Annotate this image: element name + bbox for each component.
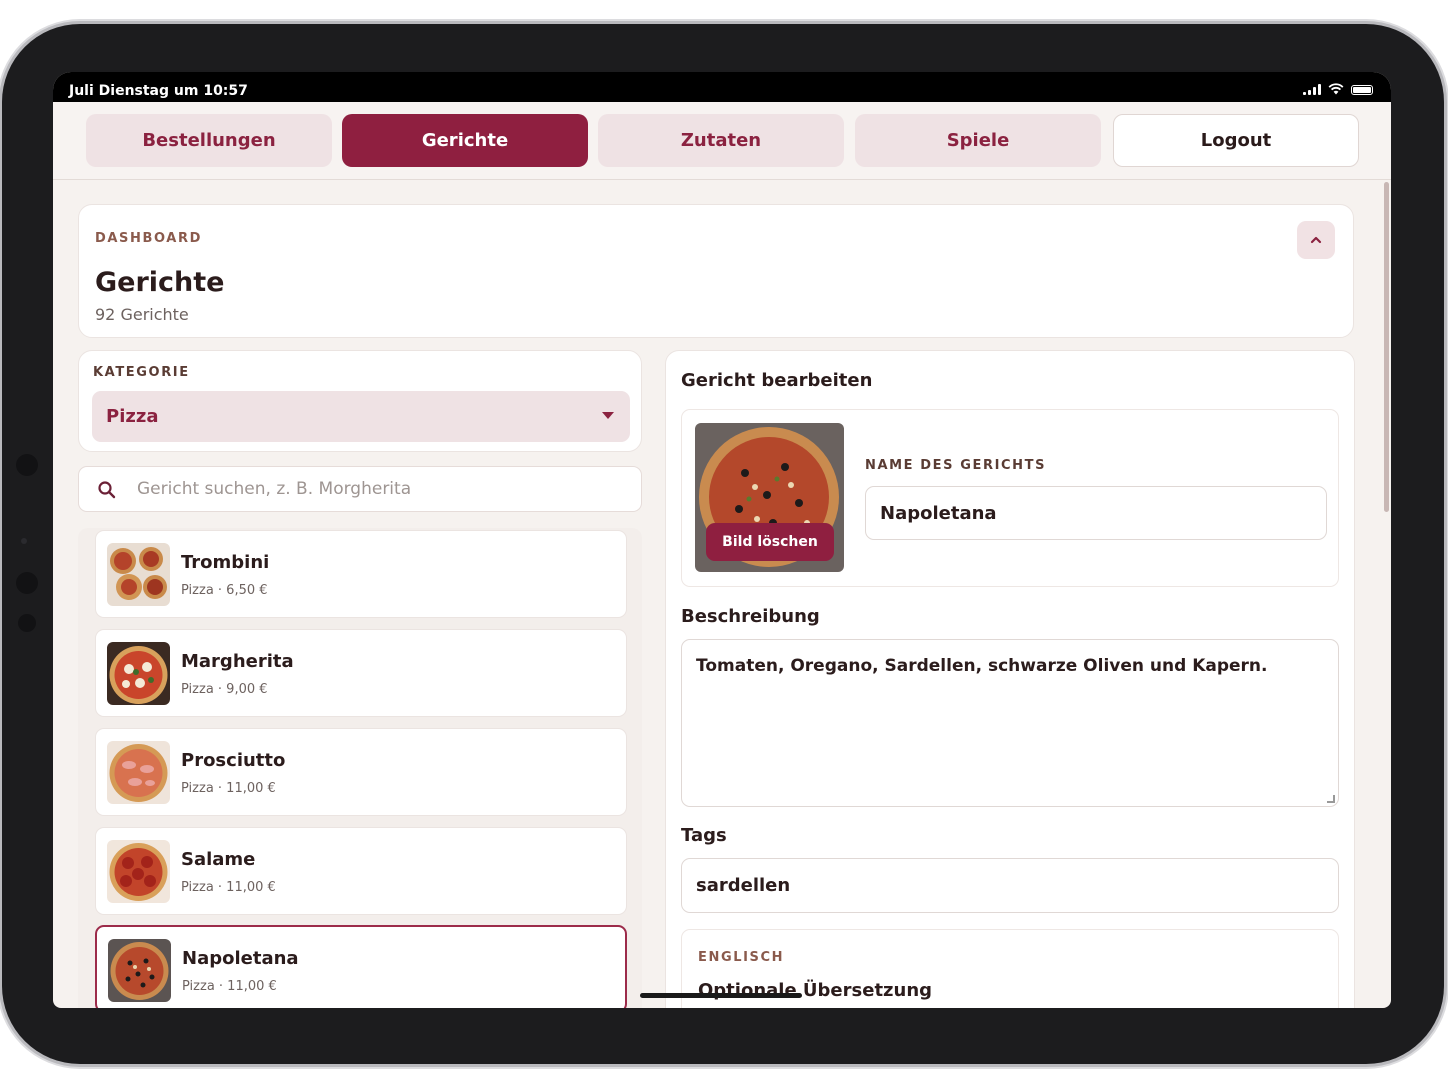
- dish-meta: Pizza · 11,00 €: [181, 880, 276, 895]
- chevron-up-icon: [1310, 236, 1322, 244]
- caret-down-icon: [602, 412, 614, 419]
- category-selected-value: Pizza: [106, 406, 159, 427]
- tab-spiele[interactable]: Spiele: [855, 114, 1101, 167]
- battery-icon: [1351, 85, 1373, 95]
- list-item-margherita[interactable]: Margherita Pizza · 9,00 €: [95, 629, 627, 717]
- status-time: Juli Dienstag um 10:57: [69, 83, 248, 99]
- tab-gerichte[interactable]: Gerichte: [342, 114, 588, 167]
- sensor-dot: [21, 538, 27, 544]
- resize-handle-icon[interactable]: [1327, 795, 1335, 803]
- dish-count: 92 Gerichte: [95, 305, 189, 324]
- list-item-prosciutto[interactable]: Prosciutto Pizza · 11,00 €: [95, 728, 627, 816]
- image-name-box: Bild löschen NAME DES GERICHTS Napoletan…: [681, 409, 1339, 587]
- dish-name: Salame: [181, 849, 256, 870]
- dish-name: Trombini: [181, 552, 270, 573]
- dish-name: Margherita: [181, 651, 294, 672]
- dish-thumbnail: [107, 840, 170, 903]
- camera-dot: [16, 572, 38, 594]
- tags-field[interactable]: sardellen: [681, 858, 1339, 913]
- dish-meta: Pizza · 6,50 €: [181, 583, 268, 598]
- search-icon: [98, 481, 116, 499]
- dish-name: Napoletana: [182, 948, 299, 969]
- camera-dot: [18, 614, 36, 632]
- dashboard-card: DASHBOARD Gerichte 92 Gerichte: [78, 204, 1354, 338]
- dish-meta: Pizza · 11,00 €: [181, 781, 276, 796]
- top-navigation: Bestellungen Gerichte Zutaten Spiele Log…: [53, 102, 1391, 180]
- description-text: Tomaten, Oregano, Sardellen, schwarze Ol…: [696, 656, 1268, 676]
- home-indicator[interactable]: [640, 993, 802, 998]
- tab-zutaten[interactable]: Zutaten: [598, 114, 844, 167]
- wifi-icon: [1328, 83, 1344, 95]
- dish-list: Trombini Pizza · 6,50 € Margherita Pizza…: [78, 528, 642, 1008]
- collapse-button[interactable]: [1297, 221, 1335, 259]
- category-label: KATEGORIE: [93, 365, 190, 380]
- main-content: DASHBOARD Gerichte 92 Gerichte KATEGORIE…: [53, 180, 1383, 1008]
- dish-meta: Pizza · 11,00 €: [182, 979, 277, 994]
- dish-thumbnail: [107, 741, 170, 804]
- dish-meta: Pizza · 9,00 €: [181, 682, 268, 697]
- edit-title: Gericht bearbeiten: [681, 370, 873, 391]
- scrollbar[interactable]: [1383, 180, 1391, 1008]
- logout-button[interactable]: Logout: [1113, 114, 1359, 167]
- description-label: Beschreibung: [681, 606, 820, 627]
- list-item-trombini[interactable]: Trombini Pizza · 6,50 €: [95, 530, 627, 618]
- dish-name: Prosciutto: [181, 750, 286, 771]
- search-input[interactable]: [137, 467, 627, 511]
- dish-thumbnail: [107, 543, 170, 606]
- category-card: KATEGORIE Pizza: [78, 350, 642, 452]
- tab-bestellungen[interactable]: Bestellungen: [86, 114, 332, 167]
- description-field[interactable]: Tomaten, Oregano, Sardellen, schwarze Ol…: [681, 639, 1339, 807]
- dish-name-field[interactable]: Napoletana: [865, 486, 1327, 540]
- status-bar: Juli Dienstag um 10:57: [53, 72, 1391, 102]
- search-box: [78, 466, 642, 512]
- dish-thumbnail: [108, 939, 171, 1002]
- edit-dish-card: Gericht bearbeiten Bild löschen NAME DES…: [665, 350, 1355, 1008]
- tags-label: Tags: [681, 825, 727, 846]
- signal-icon: [1303, 83, 1321, 95]
- app-screen: Juli Dienstag um 10:57 Bestellungen Geri…: [53, 72, 1391, 1008]
- page-title: Gerichte: [95, 267, 225, 298]
- list-item-salame[interactable]: Salame Pizza · 11,00 €: [95, 827, 627, 915]
- delete-image-button[interactable]: Bild löschen: [706, 523, 834, 561]
- category-select[interactable]: Pizza: [92, 391, 630, 442]
- name-field-label: NAME DES GERICHTS: [865, 458, 1047, 473]
- scrollbar-thumb[interactable]: [1384, 182, 1389, 512]
- english-label: ENGLISCH: [698, 950, 785, 965]
- dashboard-eyebrow: DASHBOARD: [95, 231, 202, 246]
- list-item-napoletana[interactable]: Napoletana Pizza · 11,00 €: [95, 925, 627, 1008]
- dish-thumbnail: [107, 642, 170, 705]
- camera-dot: [16, 454, 38, 476]
